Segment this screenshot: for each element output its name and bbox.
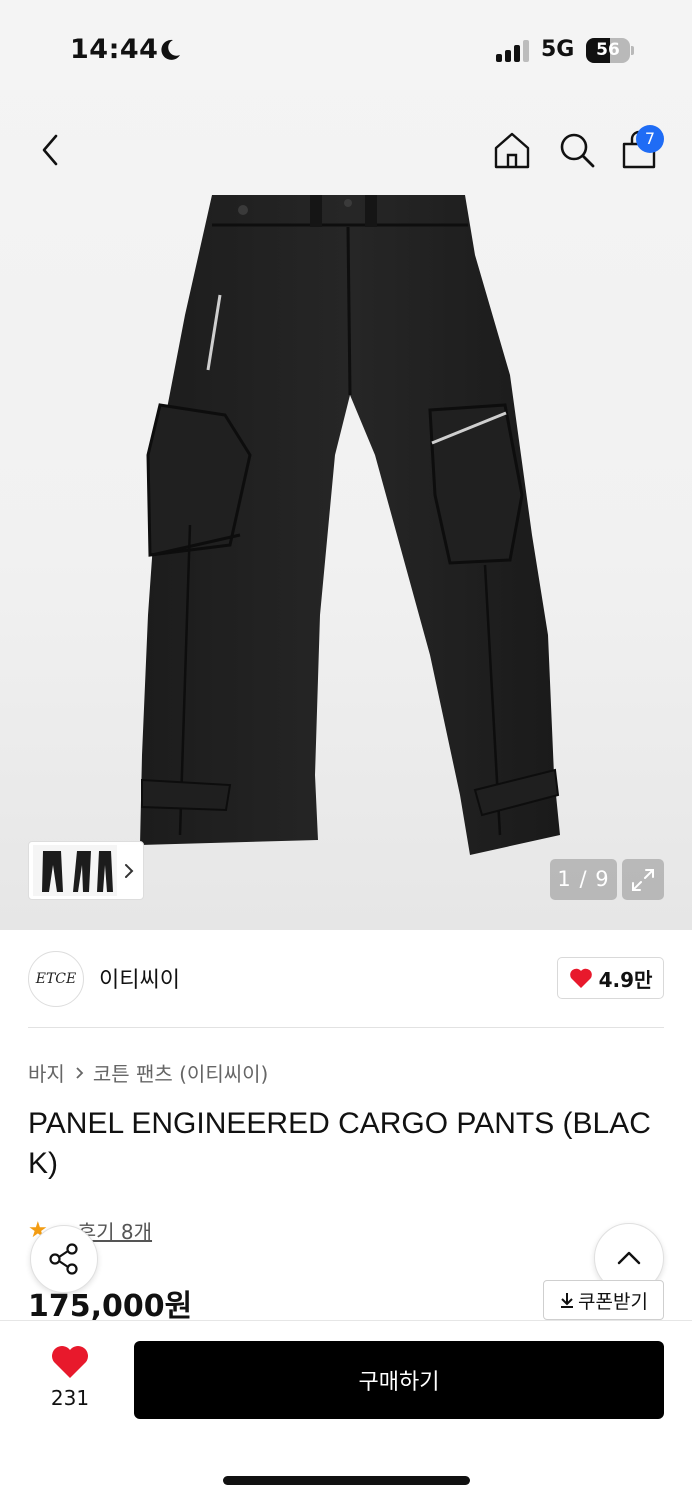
divider (28, 1027, 664, 1028)
home-button[interactable] (490, 128, 534, 172)
product-title: PANEL ENGINEERED CARGO PANTS (BLACK) (28, 1107, 651, 1180)
wishlist-count: 231 (50, 1386, 90, 1410)
home-indicator (223, 1476, 470, 1485)
product-image[interactable] (130, 195, 570, 860)
network-type: 5G (541, 37, 575, 62)
cellular-signal-icon (496, 40, 529, 62)
wishlist-heart-icon[interactable] (50, 1344, 90, 1380)
share-icon (49, 1243, 78, 1275)
buy-button[interactable]: 구매하기 (134, 1341, 664, 1419)
breadcrumb-category[interactable]: 바지 (28, 1058, 65, 1087)
heart-icon (569, 968, 592, 988)
brand-like-button[interactable]: 4.9만 (557, 957, 664, 999)
brand-logo[interactable]: ETCE (28, 951, 84, 1007)
breadcrumb-subcategory[interactable]: 코튼 팬츠 (이티씨이) (93, 1058, 269, 1087)
home-icon (494, 132, 530, 169)
expand-image-button[interactable] (622, 859, 664, 900)
back-button[interactable] (30, 130, 70, 170)
chevron-right-icon (76, 1066, 84, 1079)
chevron-right-icon (125, 863, 134, 878)
image-counter: 1 / 9 (550, 859, 617, 900)
coupon-label: 쿠폰받기 (578, 1290, 648, 1313)
share-button[interactable] (30, 1225, 98, 1293)
battery-tip (631, 46, 634, 55)
search-button[interactable] (555, 128, 599, 172)
status-time: 14:44 (70, 34, 159, 65)
cart-count-badge: 7 (636, 125, 664, 153)
battery-icon: 56 (586, 38, 630, 63)
coupon-button[interactable]: 쿠폰받기 (543, 1280, 664, 1320)
thumbnail-image (33, 845, 117, 896)
download-icon (561, 1293, 574, 1308)
thumbnail-strip[interactable] (28, 841, 144, 900)
expand-icon (632, 868, 654, 891)
moon-icon (161, 39, 180, 60)
breadcrumb: 바지 코튼 팬츠 (이티씨이) (28, 1058, 268, 1087)
chevron-left-icon (42, 134, 58, 166)
search-icon (560, 133, 595, 168)
brand-name[interactable]: 이티씨이 (99, 962, 180, 994)
brand-like-count: 4.9만 (598, 967, 653, 992)
chevron-up-icon (617, 1251, 641, 1265)
